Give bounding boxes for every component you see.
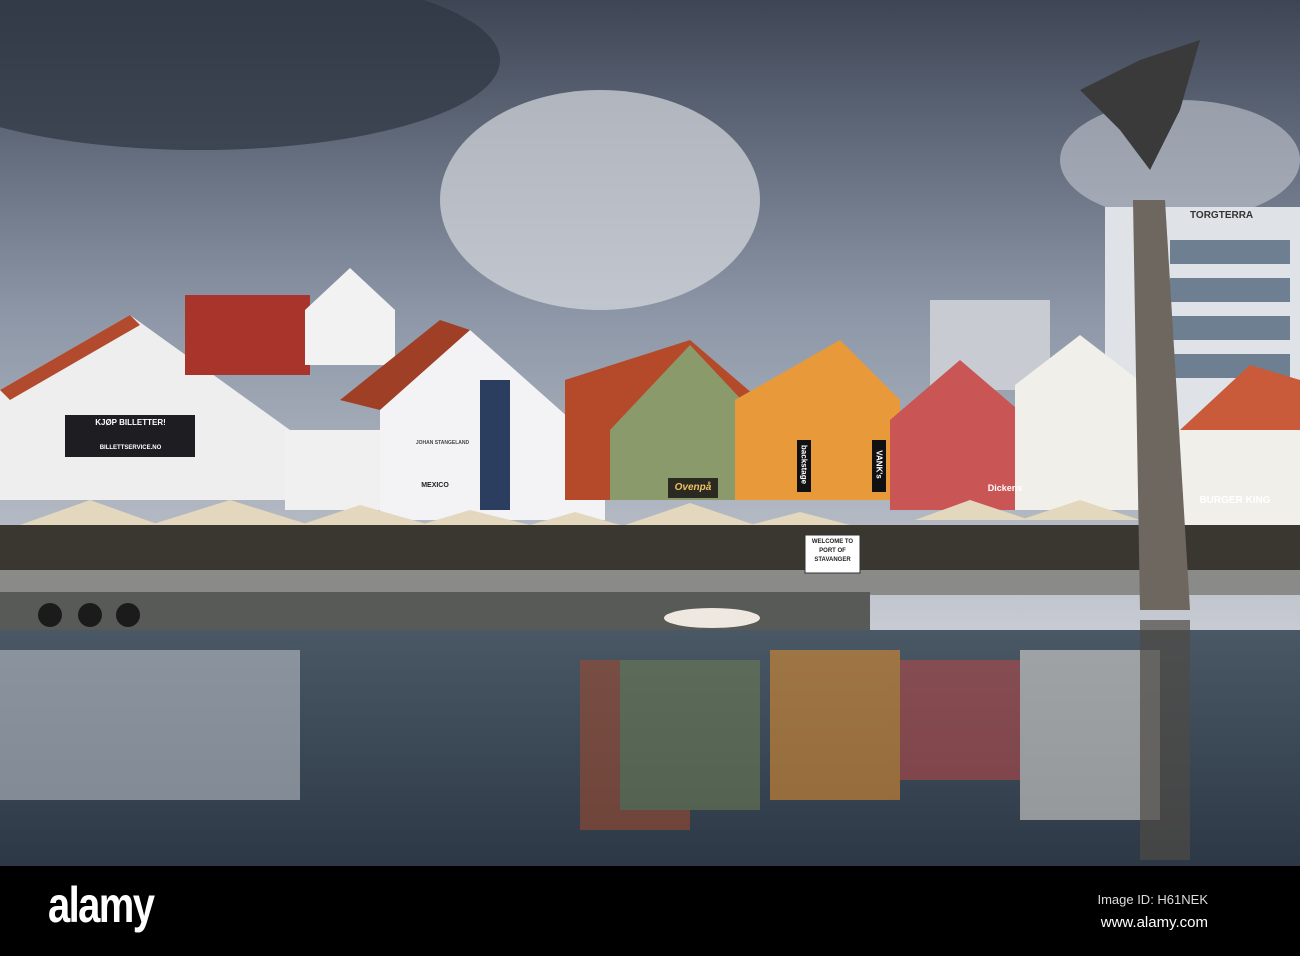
dickens-text: Dickens	[987, 483, 1023, 493]
backstage-text: backstage	[799, 444, 809, 485]
burger-king-text: BURGER KING	[1199, 495, 1271, 506]
harbor-photo: KJØP BILLETTER! BILLETTSERVICE.NO JOHAN …	[0, 0, 1300, 956]
watermark-footer: alamy Image ID: H61NEK www.alamy.com	[0, 866, 1300, 956]
cafe-area	[0, 525, 1300, 575]
pillar-reflection	[1140, 620, 1190, 860]
torgterrassen-text: TORGTERRA	[1190, 210, 1254, 221]
vanks-text: VANK's	[874, 450, 884, 479]
harbor-scene	[0, 0, 1300, 866]
image-id: Image ID: H61NEK	[1097, 892, 1208, 907]
mexico-text: MEXICO	[421, 482, 449, 489]
johan-stangeland-text: JOHAN STANGELAND	[415, 440, 470, 446]
billetter-text: KJØP BILLETTER!	[95, 418, 166, 427]
alamy-logo: alamy	[48, 877, 155, 933]
alamy-url: www.alamy.com	[1100, 914, 1208, 931]
boat	[664, 608, 760, 628]
cloud	[440, 90, 760, 310]
cloud	[1060, 100, 1300, 220]
tires	[38, 603, 140, 627]
billettservice-text: BILLETTSERVICE.NO	[99, 445, 162, 451]
welcome-sign-text: WELCOME TO PORT OF STAVANGER	[811, 539, 854, 563]
ovenpa-text: Ovenpå	[674, 482, 712, 493]
promenade	[0, 570, 1300, 595]
